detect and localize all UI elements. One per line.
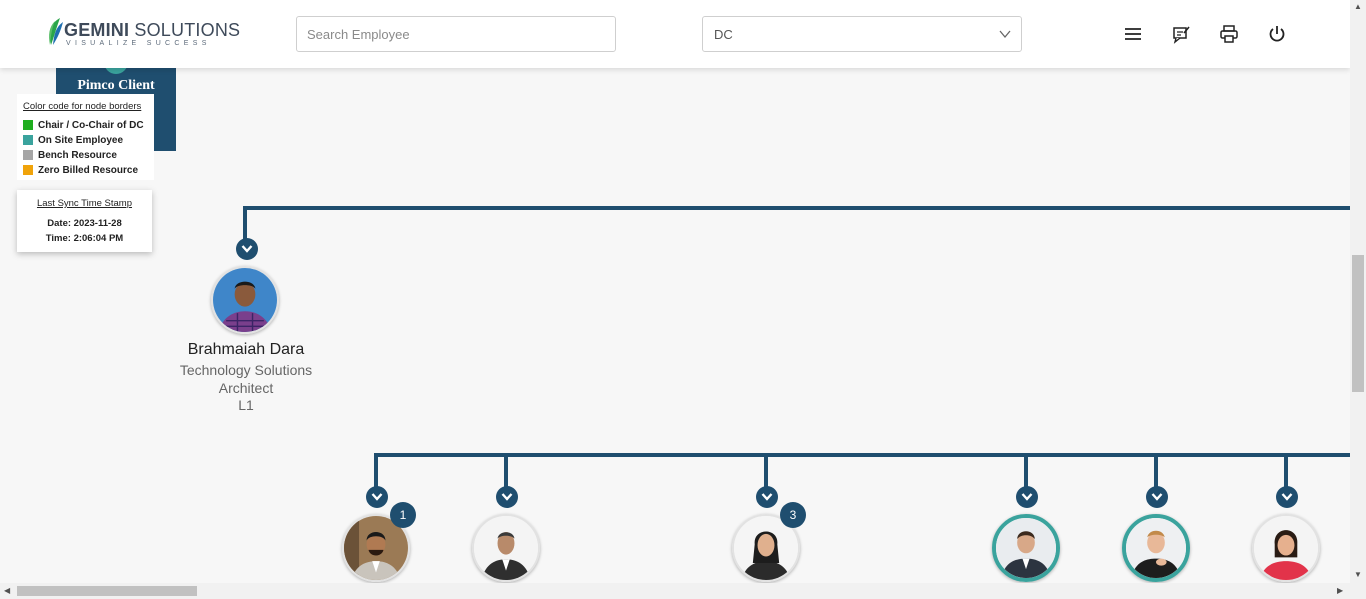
report-avatar[interactable]	[1252, 514, 1320, 582]
color-legend: Color code for node borders Chair / Co-C…	[17, 94, 154, 180]
connector-line	[764, 453, 768, 489]
legend-title: Color code for node borders	[23, 101, 142, 112]
expand-toggle[interactable]	[1146, 486, 1168, 508]
logout-button[interactable]	[1267, 24, 1287, 44]
connector-line	[1154, 453, 1158, 489]
search-employee-input[interactable]	[296, 16, 616, 52]
dc-select-value: DC	[714, 27, 733, 42]
company-logo[interactable]: GEMINI SOLUTIONS VISUALIZE SUCCESS	[46, 16, 240, 52]
sync-date: Date: 2023-11-28	[47, 218, 122, 229]
dc-select[interactable]: DC	[702, 16, 1022, 52]
client-panel-title: Pimco Client	[77, 78, 155, 93]
chevron-down-icon	[1021, 493, 1033, 501]
scroll-down-icon[interactable]: ▼	[1354, 570, 1362, 579]
leaf-icon	[49, 18, 63, 45]
feedback-button[interactable]	[1171, 24, 1191, 44]
logo-name: GEMINI SOLUTIONS	[64, 20, 241, 40]
employee-title: Technology Solutions Architect	[179, 362, 313, 396]
menu-icon	[1125, 28, 1141, 40]
chevron-down-icon	[1281, 493, 1293, 501]
employee-avatar[interactable]	[211, 266, 279, 334]
chevron-down-icon	[1151, 493, 1163, 501]
expand-toggle[interactable]	[1016, 486, 1038, 508]
connector-line	[374, 453, 378, 489]
print-button[interactable]	[1219, 24, 1239, 44]
report-avatar[interactable]	[472, 514, 540, 582]
employee-level: L1	[238, 397, 254, 413]
report-avatar[interactable]	[1122, 514, 1190, 582]
chevron-down-icon	[241, 245, 253, 253]
connector-line	[243, 206, 247, 242]
connector-line	[1024, 453, 1028, 489]
report-avatar[interactable]	[992, 514, 1060, 582]
power-icon	[1269, 26, 1285, 42]
print-icon	[1220, 25, 1238, 43]
legend-swatch	[23, 150, 33, 160]
person-photo	[213, 268, 277, 332]
reports-count-badge: 3	[780, 502, 806, 528]
connector-line	[243, 206, 1350, 210]
person-photo	[474, 516, 538, 580]
horizontal-scrollbar[interactable]: ◀ ▶	[0, 583, 1366, 599]
sync-timestamp-card: Last Sync Time Stamp Date: 2023-11-28 Ti…	[17, 190, 152, 252]
chevron-down-icon	[501, 493, 513, 501]
sync-time: Time: 2:06:04 PM	[45, 233, 124, 244]
chevron-down-icon	[761, 493, 773, 501]
scroll-right-icon[interactable]: ▶	[1337, 586, 1343, 595]
person-photo	[1126, 518, 1186, 578]
sync-title: Last Sync Time Stamp	[36, 198, 133, 209]
expand-toggle[interactable]	[366, 486, 388, 508]
logo-tagline: VISUALIZE SUCCESS	[66, 40, 211, 47]
chevron-down-icon	[371, 493, 383, 501]
vertical-scroll-thumb[interactable]	[1352, 255, 1364, 392]
expand-toggle[interactable]	[496, 486, 518, 508]
horizontal-scroll-thumb[interactable]	[17, 586, 197, 596]
expand-toggle[interactable]	[756, 486, 778, 508]
top-header: GEMINI SOLUTIONS VISUALIZE SUCCESS DC	[0, 0, 1350, 68]
expand-toggle[interactable]	[236, 238, 258, 260]
menu-button[interactable]	[1123, 24, 1143, 44]
chevron-down-icon	[999, 30, 1011, 39]
vertical-scrollbar[interactable]: ▲ ▼	[1350, 0, 1366, 583]
connector-line	[374, 453, 1350, 457]
connector-line	[504, 453, 508, 489]
scroll-up-icon[interactable]: ▲	[1354, 2, 1362, 11]
legend-swatch	[23, 120, 33, 130]
legend-swatch	[23, 165, 33, 175]
expand-toggle[interactable]	[1276, 486, 1298, 508]
scroll-left-icon[interactable]: ◀	[4, 586, 10, 595]
legend-swatch	[23, 135, 33, 145]
person-photo	[1254, 516, 1318, 580]
feedback-icon	[1173, 26, 1190, 44]
reports-count-badge: 1	[390, 502, 416, 528]
person-photo	[996, 518, 1056, 578]
employee-name[interactable]: Brahmaiah Dara	[166, 341, 326, 359]
connector-line	[1284, 453, 1288, 489]
